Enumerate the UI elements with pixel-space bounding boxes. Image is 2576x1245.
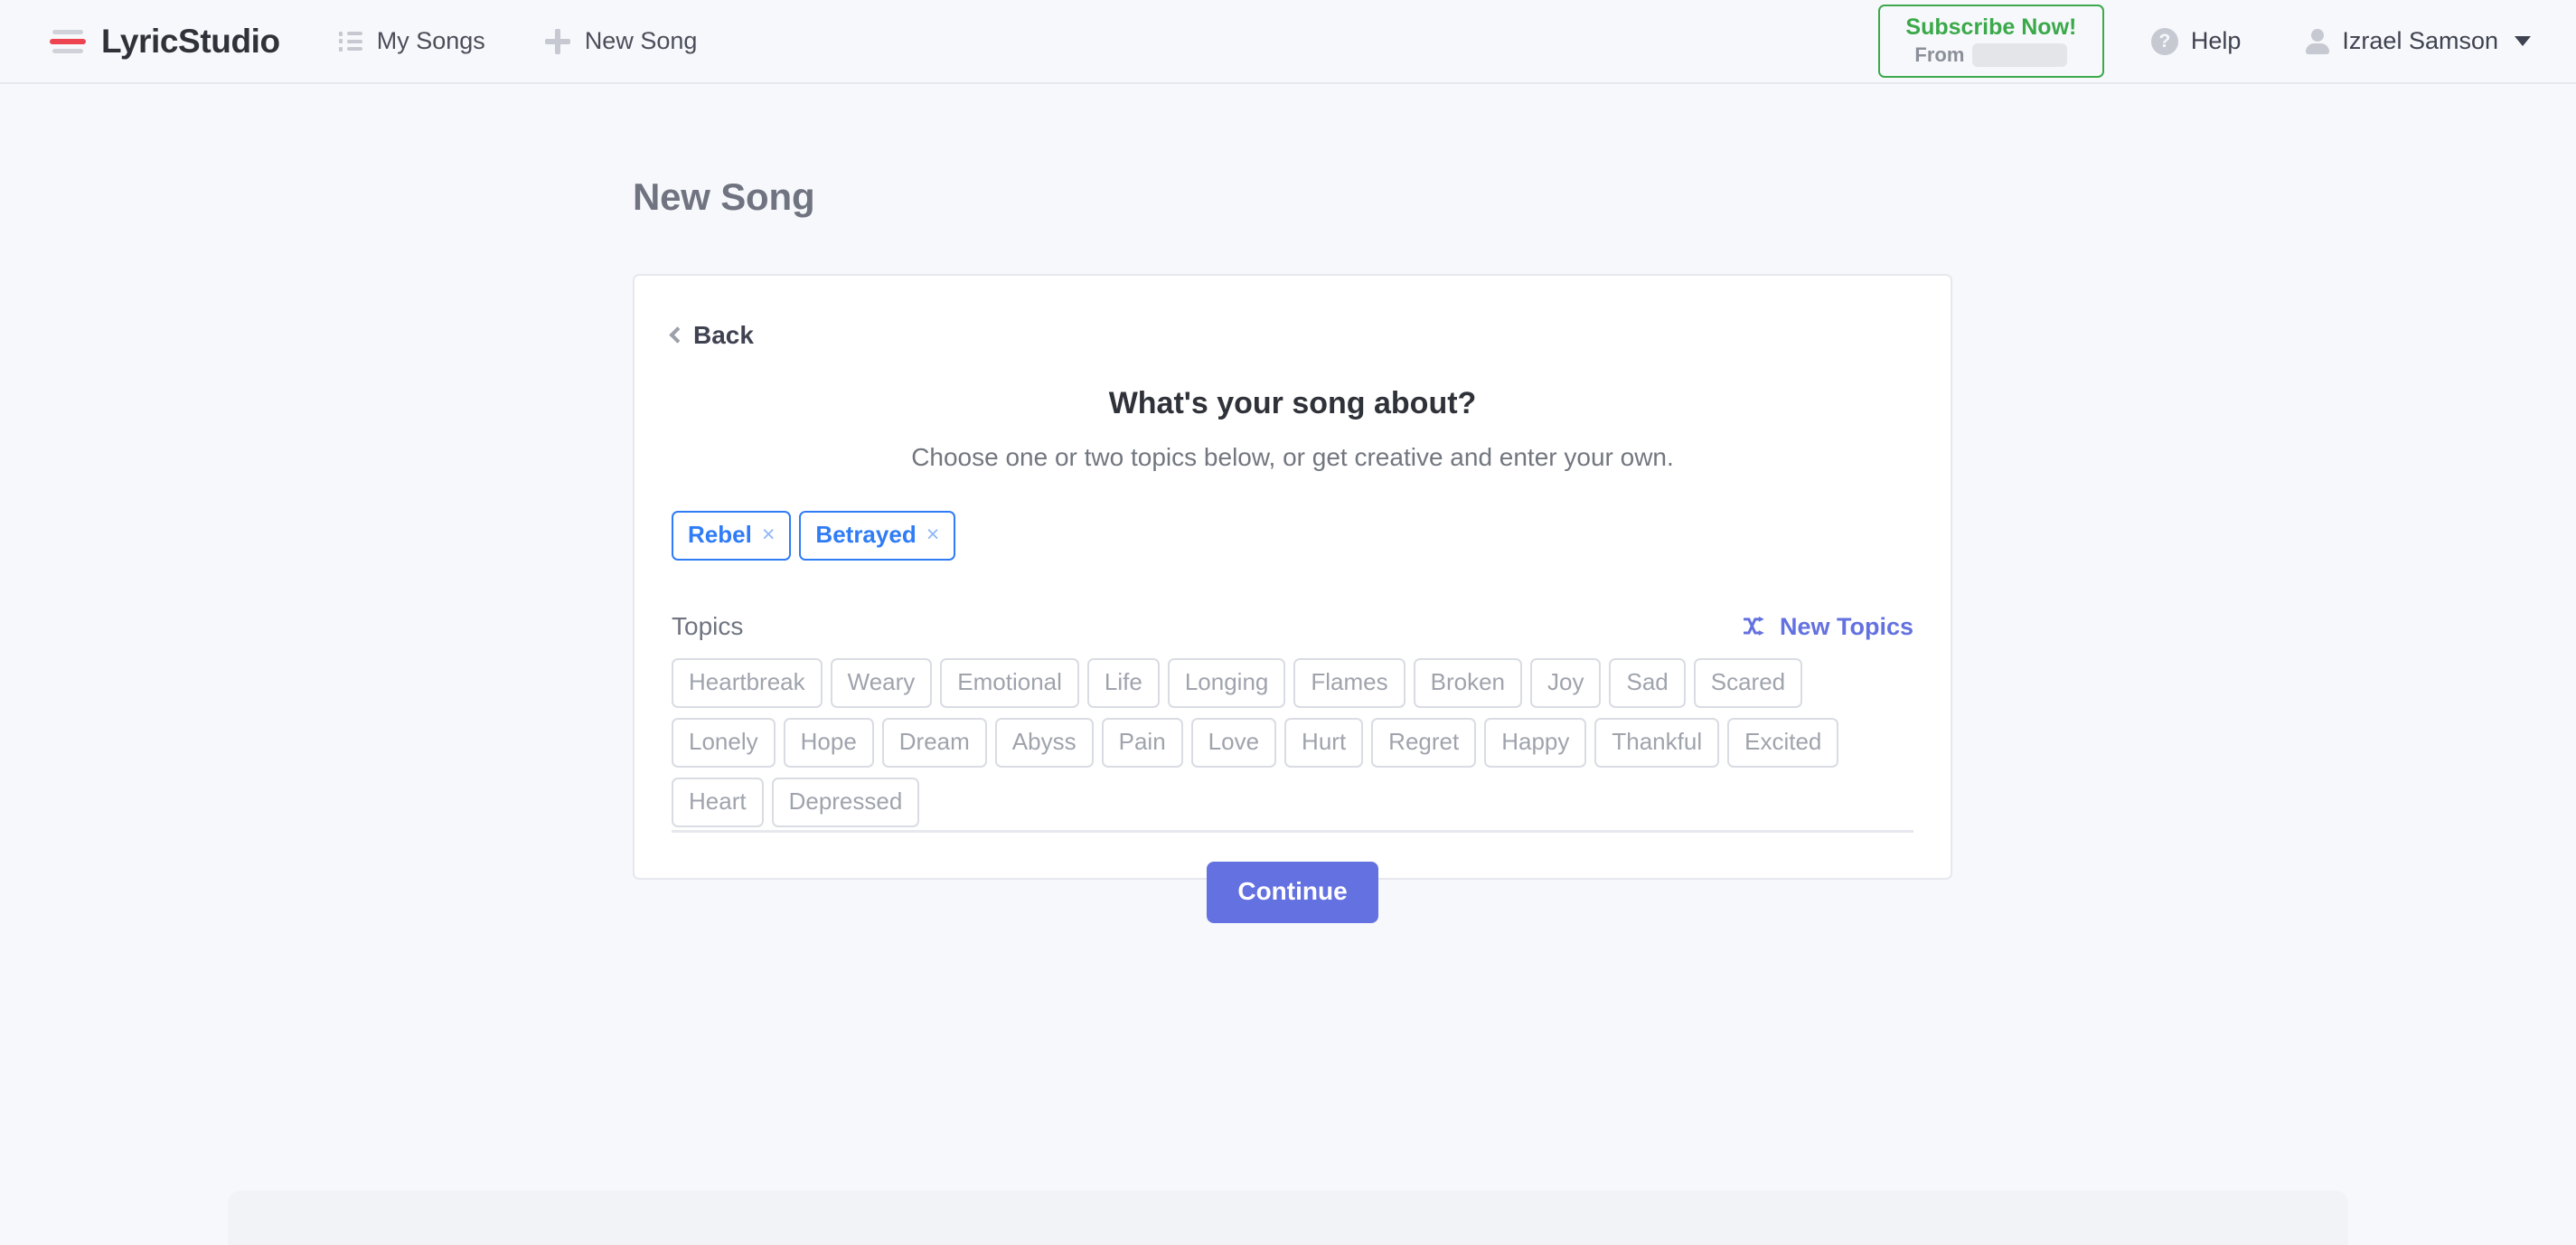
nav-item-new-song[interactable]: New Song	[544, 27, 698, 55]
help-link[interactable]: ? Help	[2150, 27, 2242, 55]
brand-name: LyricStudio	[101, 22, 280, 60]
topic-option[interactable]: Depressed	[771, 778, 920, 827]
logo-bar-accent	[50, 38, 86, 44]
main-nav: My Songs New Song	[339, 27, 698, 55]
topic-option[interactable]: Hurt	[1284, 718, 1364, 768]
user-menu[interactable]: Izrael Samson	[2306, 27, 2531, 55]
card-subheading: Choose one or two topics below, or get c…	[911, 443, 1674, 471]
selected-topic-chip[interactable]: Rebel ×	[672, 511, 792, 561]
chevron-down-icon	[2515, 36, 2531, 46]
nav-item-new-song-label: New Song	[584, 27, 698, 54]
topic-option[interactable]: Hope	[783, 718, 874, 768]
topic-option[interactable]: Pain	[1101, 718, 1183, 768]
question-circle-icon: ?	[2150, 27, 2178, 55]
topic-option[interactable]: Longing	[1167, 658, 1286, 708]
logo-bar-bottom	[52, 48, 83, 53]
card-heading: What's your song about?	[1108, 386, 1477, 420]
subscribe-title: Subscribe Now!	[1905, 14, 2077, 40]
selected-topic-label: Rebel	[688, 521, 752, 548]
topic-option[interactable]: Abyss	[994, 718, 1094, 768]
topic-options-list: Heartbreak Weary Emotional Life Longing Flame…	[672, 658, 1913, 827]
topic-option[interactable]: Heart	[672, 778, 764, 827]
topic-option[interactable]: Lonely	[672, 718, 776, 768]
continue-row: Continue	[635, 862, 1951, 923]
topic-option[interactable]: Thankful	[1594, 718, 1720, 768]
nav-item-my-songs[interactable]: My Songs	[339, 27, 485, 55]
page-title: New Song	[633, 175, 815, 218]
subscribe-from-row: From	[1898, 43, 2084, 68]
topic-option[interactable]: Weary	[830, 658, 933, 708]
new-topics-label: New Topics	[1779, 612, 1913, 640]
new-song-card: Back What's your song about? Choose one …	[633, 274, 1952, 923]
subscribe-button[interactable]: Subscribe Now! From	[1877, 4, 2104, 79]
brand-logo[interactable]: LyricStudio	[50, 23, 280, 61]
lyricstudio-logo-icon	[50, 28, 86, 55]
subscribe-from-label: From	[1914, 43, 1965, 67]
topics-section-label: Topics	[672, 612, 744, 640]
app-header: LyricStudio My Songs New Song Subscribe …	[0, 0, 2576, 84]
continue-button[interactable]: Continue	[1207, 862, 1378, 923]
page-body: New Song Back What's your song about? Ch…	[0, 84, 2576, 1245]
plus-icon	[544, 28, 570, 54]
topic-option[interactable]: Heartbreak	[672, 658, 823, 708]
logo-bar-top	[52, 29, 83, 34]
topic-option[interactable]: Joy	[1530, 658, 1602, 708]
topic-option[interactable]: Love	[1190, 718, 1277, 768]
back-label: Back	[693, 321, 754, 349]
bottom-panel	[228, 1191, 2348, 1245]
topic-option[interactable]: Regret	[1371, 718, 1477, 768]
selected-topic-chip[interactable]: Betrayed ×	[799, 511, 956, 561]
remove-topic-icon[interactable]: ×	[926, 523, 940, 546]
list-icon	[339, 32, 362, 52]
subscribe-price-redacted	[1972, 43, 2068, 68]
topic-option[interactable]: Sad	[1609, 658, 1686, 708]
topic-option[interactable]: Flames	[1293, 658, 1406, 708]
topic-option[interactable]: Happy	[1484, 718, 1587, 768]
back-button[interactable]: Back	[669, 321, 754, 350]
selected-topics-list: Rebel × Betrayed ×	[672, 511, 956, 561]
nav-item-my-songs-label: My Songs	[376, 27, 485, 54]
user-icon	[2306, 28, 2330, 54]
topic-option[interactable]: Dream	[881, 718, 987, 768]
topic-option[interactable]: Broken	[1413, 658, 1523, 708]
selected-topic-label: Betrayed	[815, 521, 917, 548]
shuffle-icon	[1743, 616, 1764, 636]
topic-option[interactable]: Life	[1086, 658, 1160, 708]
header-actions: Subscribe Now! From ? Help Izrael Samson	[1877, 4, 2531, 79]
card-divider	[672, 830, 1913, 833]
topic-option[interactable]: Emotional	[940, 658, 1079, 708]
remove-topic-icon[interactable]: ×	[762, 523, 776, 546]
topics-bar: Topics New Topics	[672, 612, 1913, 641]
new-topics-button[interactable]: New Topics	[1743, 612, 1913, 641]
help-label: Help	[2190, 27, 2242, 54]
topic-option[interactable]: Scared	[1693, 658, 1803, 708]
user-name: Izrael Samson	[2342, 27, 2498, 54]
chevron-left-icon	[669, 326, 686, 344]
topic-option[interactable]: Excited	[1727, 718, 1839, 768]
